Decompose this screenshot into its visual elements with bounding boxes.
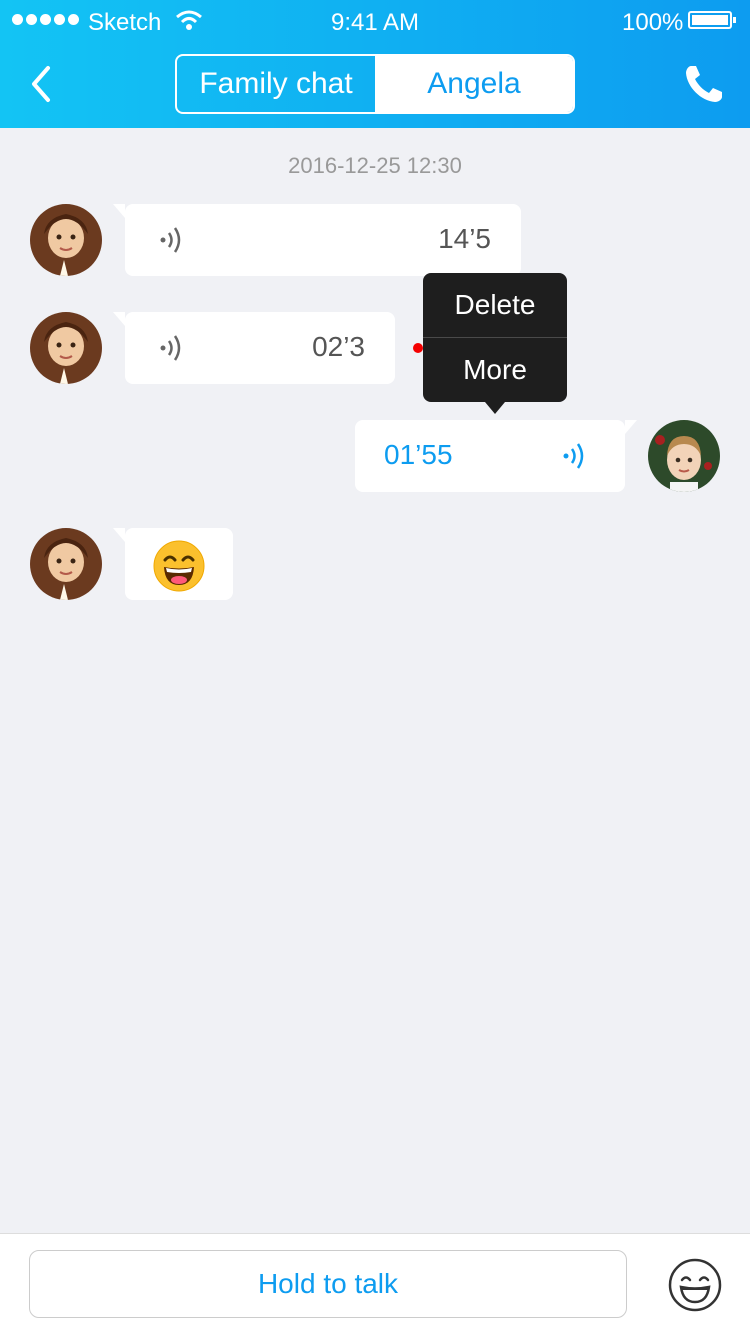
voice-message-bubble[interactable]: 01’55 bbox=[355, 420, 637, 492]
tab-angela[interactable]: Angela bbox=[375, 56, 573, 112]
menu-item-delete[interactable]: Delete bbox=[423, 273, 567, 337]
status-bar: Sketch 9:41 AM 100% bbox=[0, 0, 750, 42]
avatar-girl[interactable] bbox=[30, 312, 102, 384]
menu-item-more[interactable]: More bbox=[423, 338, 567, 402]
emoji-message-bubble[interactable] bbox=[113, 528, 233, 600]
voice-message-bubble[interactable]: 02’3 bbox=[113, 312, 395, 384]
chat-timestamp: 2016-12-25 12:30 bbox=[288, 153, 462, 178]
tab-family-chat[interactable]: Family chat bbox=[177, 56, 375, 112]
unread-dot bbox=[413, 343, 423, 353]
phone-icon[interactable] bbox=[682, 62, 726, 106]
voice-message-bubble[interactable]: 14’5 bbox=[113, 204, 521, 276]
voice-duration: 02’3 bbox=[312, 331, 365, 362]
voice-wave-icon bbox=[160, 335, 181, 361]
header: Sketch 9:41 AM 100% Family chat Angela bbox=[0, 0, 750, 128]
smiley-icon[interactable] bbox=[668, 1258, 722, 1312]
avatar-boy[interactable] bbox=[648, 420, 720, 492]
input-bar: Hold to talk bbox=[0, 1233, 750, 1335]
menu-arrow bbox=[485, 402, 505, 414]
chat-tabs: Family chat Angela bbox=[175, 54, 575, 114]
grinning-face-icon bbox=[153, 540, 205, 592]
avatar-girl[interactable] bbox=[30, 204, 102, 276]
context-menu: Delete More bbox=[423, 273, 567, 414]
voice-wave-icon bbox=[563, 443, 584, 469]
avatar-girl[interactable] bbox=[30, 528, 102, 600]
hold-to-talk-button[interactable]: Hold to talk bbox=[29, 1250, 627, 1318]
voice-duration: 01’55 bbox=[384, 439, 453, 470]
back-icon[interactable] bbox=[22, 62, 62, 106]
voice-wave-icon bbox=[160, 227, 181, 253]
battery-percent: 100% bbox=[622, 9, 684, 36]
voice-duration: 14’5 bbox=[438, 223, 491, 254]
battery-icon bbox=[688, 11, 736, 29]
